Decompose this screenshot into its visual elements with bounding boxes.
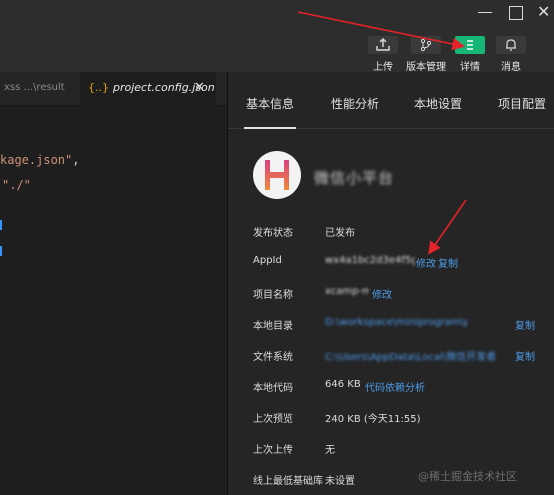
- tab-close-icon[interactable]: ✕: [194, 80, 205, 95]
- filesystem-copy-link[interactable]: 复制: [515, 348, 535, 363]
- local-code-value: 646 KB: [325, 379, 361, 390]
- watermark: @稀土掘金技术社区: [418, 470, 517, 483]
- upload-label: 上传: [373, 62, 393, 73]
- tab-project-config[interactable]: 项目配置: [498, 95, 546, 112]
- title-bar: ✕ 上传 版本管理 详情 消息: [0, 0, 554, 73]
- publish-status-value: 已发布: [325, 228, 355, 239]
- appid-copy-link[interactable]: 复制: [438, 255, 458, 270]
- code-line: kage.json",: [0, 153, 80, 167]
- project-name-label: 项目名称: [253, 290, 293, 301]
- tab-local-settings[interactable]: 本地设置: [414, 95, 462, 112]
- branch-icon: [411, 36, 441, 54]
- gutter-marker: [0, 220, 2, 230]
- app-logo: [253, 151, 301, 199]
- local-dir-value[interactable]: D:\workspace\miniprogram\project: [325, 317, 467, 328]
- code-dependency-link[interactable]: 代码依赖分析: [365, 379, 425, 394]
- min-lib-value: 未设置: [325, 476, 355, 487]
- maximize-icon[interactable]: [509, 6, 523, 20]
- filesystem-value[interactable]: C:\Users\AppData\Local\微信开发者: [325, 348, 503, 363]
- editor-tab-result[interactable]: xss ...\result: [0, 72, 78, 106]
- upload-button[interactable]: 上传: [363, 36, 403, 73]
- editor-tab-project-config[interactable]: {..} project.config.json ✕: [80, 72, 216, 106]
- code-line: "./": [2, 178, 31, 192]
- appid-value: wx4a1bc2d3e4f5g6h7: [325, 255, 415, 266]
- publish-status-label: 发布状态: [253, 228, 293, 239]
- app-name: 微信小平台: [314, 169, 395, 187]
- local-dir-copy-link[interactable]: 复制: [515, 317, 535, 332]
- local-dir-label: 本地目录: [253, 321, 293, 332]
- code-editor[interactable]: kage.json", "./": [0, 106, 227, 495]
- details-panel: 基本信息 性能分析 本地设置 项目配置 微信小平台 发布状态 已发布 AppId…: [228, 72, 554, 495]
- project-name-value: xcamp-mini: [325, 286, 369, 297]
- version-management-label: 版本管理: [406, 62, 446, 73]
- messages-button[interactable]: 消息: [491, 36, 531, 73]
- bell-icon: [496, 36, 526, 54]
- gutter-marker: [0, 246, 2, 256]
- project-name-modify-link[interactable]: 修改: [372, 286, 392, 301]
- details-button[interactable]: 详情: [450, 36, 490, 73]
- last-upload-label: 上次上传: [253, 445, 293, 456]
- editor-tab-bar: xss ...\result {..} project.config.json ✕: [0, 72, 227, 106]
- active-tab-indicator: [244, 127, 296, 129]
- upload-icon: [368, 36, 398, 54]
- min-lib-label: 线上最低基础库: [253, 476, 323, 487]
- appid-label: AppId: [253, 255, 282, 266]
- last-preview-value: 240 KB (今天11:55): [325, 414, 421, 425]
- version-management-button[interactable]: 版本管理: [406, 36, 446, 73]
- tab-basic-info[interactable]: 基本信息: [246, 95, 294, 112]
- last-upload-value: 无: [325, 445, 335, 456]
- details-icon: [455, 36, 485, 54]
- details-label: 详情: [460, 62, 480, 73]
- minimize-icon[interactable]: [478, 12, 492, 13]
- close-icon[interactable]: ✕: [537, 3, 553, 21]
- filesystem-label: 文件系统: [253, 352, 293, 363]
- tab-performance[interactable]: 性能分析: [331, 95, 379, 112]
- editor-tab-result-label: xss ...\result: [4, 82, 65, 93]
- last-preview-label: 上次预览: [253, 414, 293, 425]
- messages-label: 消息: [501, 62, 521, 73]
- local-code-label: 本地代码: [253, 383, 293, 394]
- json-file-icon: {..}: [88, 81, 109, 94]
- appid-modify-link[interactable]: 修改: [416, 255, 436, 270]
